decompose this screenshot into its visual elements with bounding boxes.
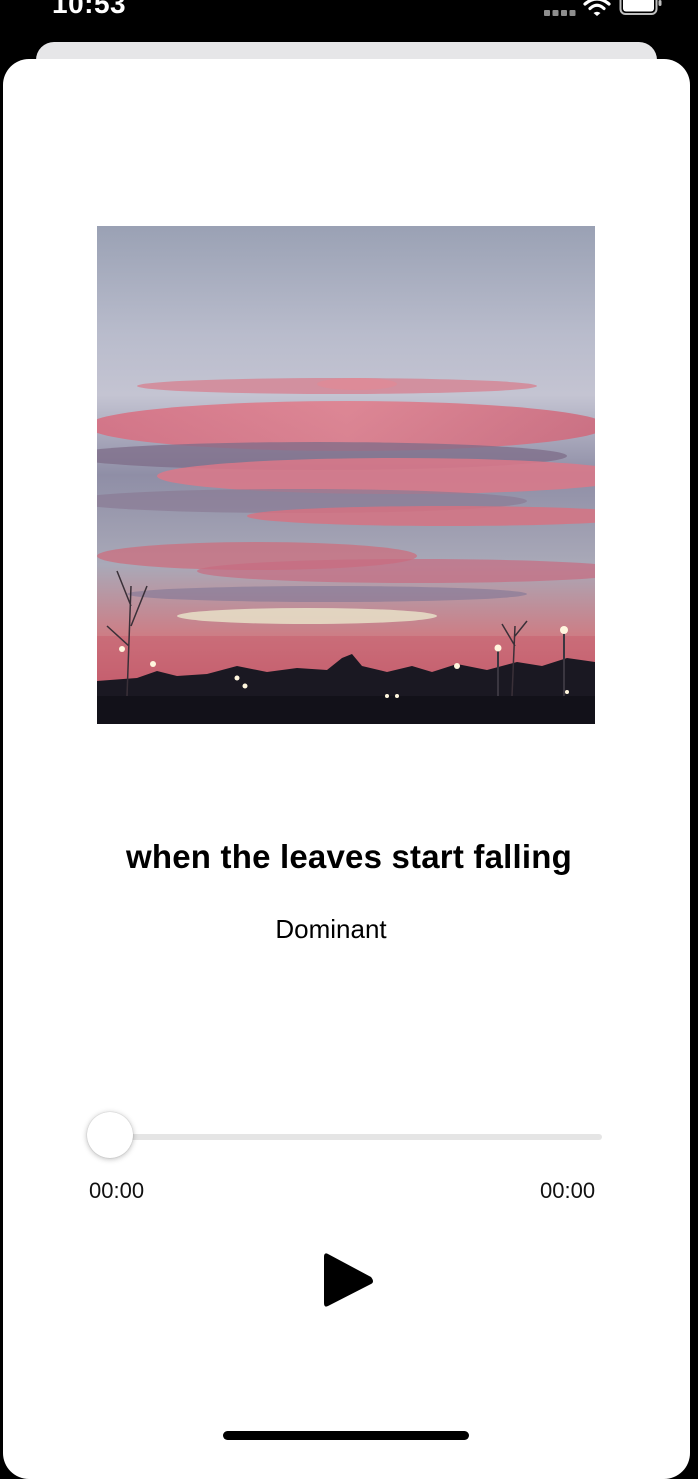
- progress-slider-track[interactable]: [110, 1134, 602, 1140]
- play-button[interactable]: [310, 1240, 388, 1320]
- battery-icon: [619, 0, 662, 15]
- home-indicator[interactable]: [223, 1431, 469, 1440]
- status-time: 10:53: [52, 0, 127, 19]
- artist-name: Dominant: [275, 914, 387, 944]
- track-title: when the leaves start falling: [126, 838, 572, 875]
- progress-slider-thumb[interactable]: [87, 1112, 133, 1158]
- wifi-icon: [583, 0, 611, 16]
- status-bar: 10:53: [0, 0, 698, 40]
- album-artwork: [97, 226, 595, 724]
- play-icon: [324, 1253, 373, 1307]
- total-duration: 00:00: [540, 1178, 596, 1203]
- elapsed-time: 00:00: [89, 1178, 145, 1203]
- signal-icon: [544, 10, 576, 16]
